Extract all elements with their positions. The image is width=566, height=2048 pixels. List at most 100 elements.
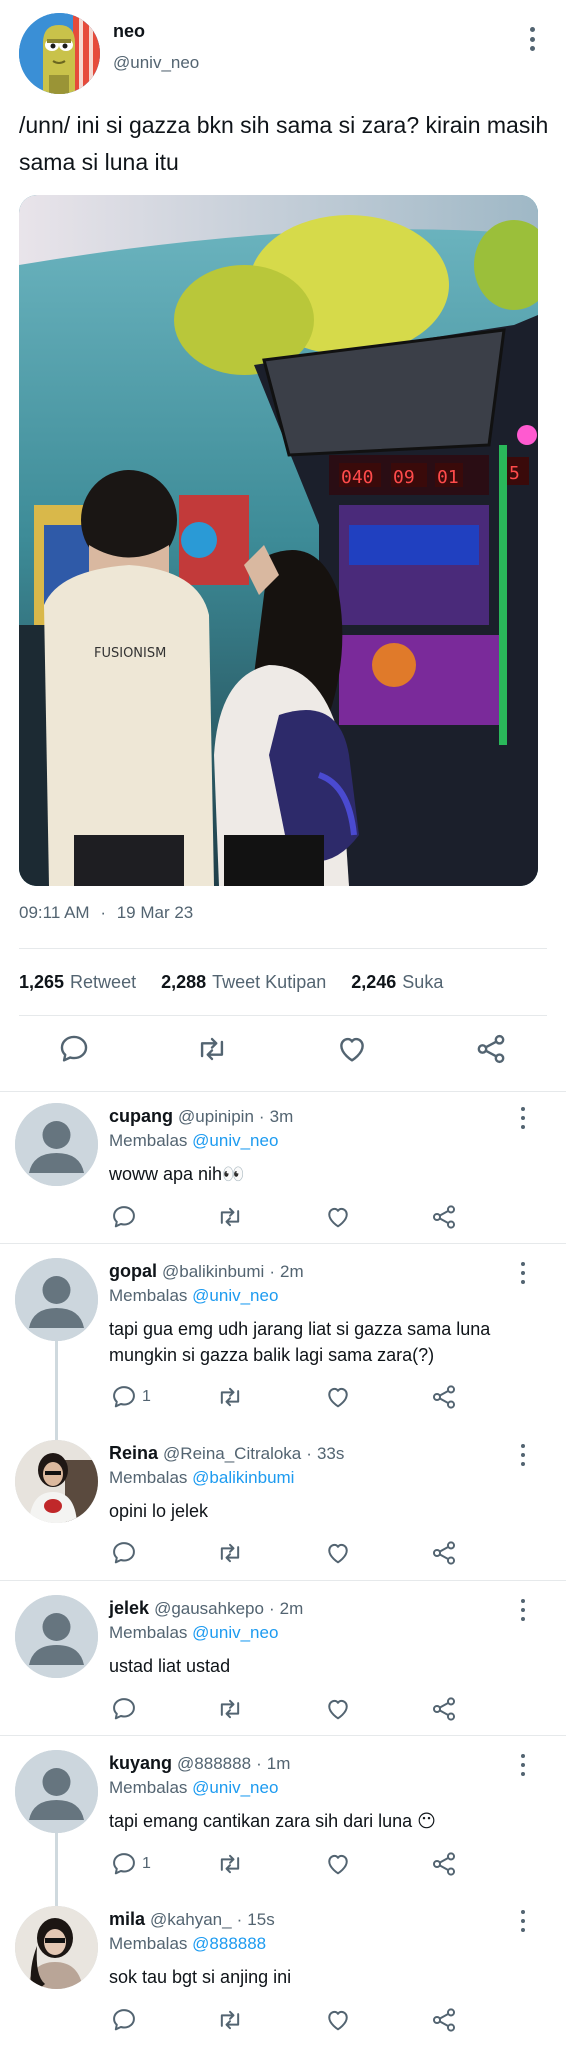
reply-icon[interactable] xyxy=(110,1695,138,1723)
retweet-icon[interactable] xyxy=(216,1383,244,1411)
tweet-photo[interactable]: 040 09 01 5 FUSIONISM xyxy=(19,195,538,886)
tweet-timestamp[interactable]: 09:11 AM · 19 Mar 23 xyxy=(19,903,199,923)
replying-to-link[interactable]: @balikinbumi xyxy=(192,1468,294,1487)
like-count[interactable]: 2,246 xyxy=(351,972,396,992)
reply-author-handle[interactable]: @balikinbumi xyxy=(162,1262,264,1281)
share-icon[interactable] xyxy=(474,1032,508,1066)
author-name[interactable]: neo xyxy=(113,21,145,42)
heart-icon[interactable] xyxy=(335,1032,369,1066)
heart-icon[interactable] xyxy=(324,1850,352,1878)
retweet-label[interactable]: Retweet xyxy=(70,972,136,992)
quote-label[interactable]: Tweet Kutipan xyxy=(212,972,326,992)
reply-author-name[interactable]: gopal xyxy=(109,1261,157,1281)
heart-icon[interactable] xyxy=(324,1383,352,1411)
author-handle[interactable]: @univ_neo xyxy=(113,53,199,73)
retweet-icon[interactable] xyxy=(216,2006,244,2034)
default-avatar[interactable] xyxy=(15,1750,98,1833)
reply-text: tapi gua emg udh jarang liat si gazza sa… xyxy=(109,1319,491,1365)
share-icon[interactable] xyxy=(430,1539,458,1567)
reply-author-name[interactable]: cupang xyxy=(109,1106,173,1126)
reply-header: Reina @Reina_Citraloka · 33s xyxy=(109,1443,345,1463)
replying-to-link[interactable]: @univ_neo xyxy=(192,1623,278,1642)
retweet-count[interactable]: 1,265 xyxy=(19,972,64,992)
share-icon[interactable] xyxy=(430,1203,458,1231)
more-options-icon[interactable] xyxy=(518,1107,528,1129)
meta-separator: · xyxy=(100,903,106,922)
default-avatar[interactable] xyxy=(15,1103,98,1186)
author-avatar[interactable] xyxy=(19,13,100,94)
retweet-icon[interactable] xyxy=(195,1032,229,1066)
replying-to-link[interactable]: @888888 xyxy=(192,1934,266,1953)
reply-author-handle[interactable]: @gausahkepo xyxy=(154,1599,264,1618)
retweet-icon[interactable] xyxy=(216,1850,244,1878)
reply-icon[interactable] xyxy=(57,1032,91,1066)
reply-time[interactable]: 3m xyxy=(270,1107,294,1126)
quote-count[interactable]: 2,288 xyxy=(161,972,206,992)
default-avatar[interactable] xyxy=(15,1595,98,1678)
replying-to-link[interactable]: @univ_neo xyxy=(192,1778,278,1797)
replying-to: Membalas @univ_neo xyxy=(109,1286,279,1305)
heart-icon[interactable] xyxy=(324,2006,352,2034)
share-icon[interactable] xyxy=(430,1695,458,1723)
reply-time[interactable]: 33s xyxy=(317,1444,344,1463)
tweet-time: 09:11 AM xyxy=(19,903,90,922)
scoreboard-3: 01 xyxy=(437,467,459,488)
divider xyxy=(0,1735,566,1736)
reply-author-name[interactable]: jelek xyxy=(109,1598,149,1618)
reply-author-name[interactable]: mila xyxy=(109,1909,145,1929)
replying-to-link[interactable]: @univ_neo xyxy=(192,1131,278,1150)
user-avatar[interactable] xyxy=(15,1906,98,1989)
replying-to: Membalas @888888 xyxy=(109,1934,267,1953)
like-label[interactable]: Suka xyxy=(402,972,443,992)
share-icon[interactable] xyxy=(430,1850,458,1878)
reply-text: sok tau bgt si anjing ini xyxy=(109,1967,292,1987)
shirt-print: FUSIONISM xyxy=(94,646,166,661)
share-icon[interactable] xyxy=(430,2006,458,2034)
reply-count: 1 xyxy=(142,1388,151,1405)
reply-icon[interactable] xyxy=(110,1203,138,1231)
reply-author-handle[interactable]: @888888 xyxy=(177,1754,251,1773)
reply-icon[interactable] xyxy=(110,2006,138,2034)
more-options-icon[interactable] xyxy=(518,1754,528,1776)
reply-header: jelek @gausahkepo · 2m xyxy=(109,1598,304,1618)
more-options-icon[interactable] xyxy=(518,1599,528,1621)
more-options-icon[interactable] xyxy=(518,1262,528,1284)
reply-author-handle[interactable]: @upinipin xyxy=(178,1107,254,1126)
user-avatar[interactable] xyxy=(15,1440,98,1523)
divider xyxy=(0,1243,566,1244)
reply-count: 1 xyxy=(142,1855,151,1872)
replying-to-link[interactable]: @univ_neo xyxy=(192,1286,278,1305)
reply-author-handle[interactable]: @Reina_Citraloka xyxy=(163,1444,301,1463)
reply-author-name[interactable]: Reina xyxy=(109,1443,158,1463)
retweet-icon[interactable] xyxy=(216,1695,244,1723)
reply-icon[interactable] xyxy=(110,1850,138,1878)
heart-icon[interactable] xyxy=(324,1695,352,1723)
reply-time[interactable]: 2m xyxy=(280,1599,304,1618)
more-options-icon[interactable] xyxy=(518,1910,528,1932)
more-options-icon[interactable] xyxy=(526,27,538,51)
default-avatar[interactable] xyxy=(15,1258,98,1341)
reply-header: cupang @upinipin · 3m xyxy=(109,1106,294,1126)
reply-icon[interactable] xyxy=(110,1539,138,1567)
reply-icon[interactable] xyxy=(110,1383,138,1411)
share-icon[interactable] xyxy=(430,1383,458,1411)
divider xyxy=(19,1015,547,1016)
reply-author-name[interactable]: kuyang xyxy=(109,1753,172,1773)
scoreboard-4: 5 xyxy=(509,463,520,484)
heart-icon[interactable] xyxy=(324,1539,352,1567)
reply-time[interactable]: 2m xyxy=(280,1262,304,1281)
retweet-icon[interactable] xyxy=(216,1539,244,1567)
reply-time[interactable]: 1m xyxy=(267,1754,291,1773)
tweet-action-bar xyxy=(0,1032,566,1072)
more-options-icon[interactable] xyxy=(518,1444,528,1466)
tweet-date: 19 Mar 23 xyxy=(116,903,194,922)
reply-text: woww apa nih👀 xyxy=(109,1164,245,1184)
divider xyxy=(0,1091,566,1092)
reply-time[interactable]: 15s xyxy=(247,1910,274,1929)
tweet-stats: 1,265 Retweet 2,288 Tweet Kutipan 2,246 Suk… xyxy=(19,972,463,993)
retweet-icon[interactable] xyxy=(216,1203,244,1231)
reply-header: gopal @balikinbumi · 2m xyxy=(109,1261,304,1281)
heart-icon[interactable] xyxy=(324,1203,352,1231)
reply-author-handle[interactable]: @kahyan_ xyxy=(150,1910,232,1929)
replying-to: Membalas @univ_neo xyxy=(109,1131,279,1150)
